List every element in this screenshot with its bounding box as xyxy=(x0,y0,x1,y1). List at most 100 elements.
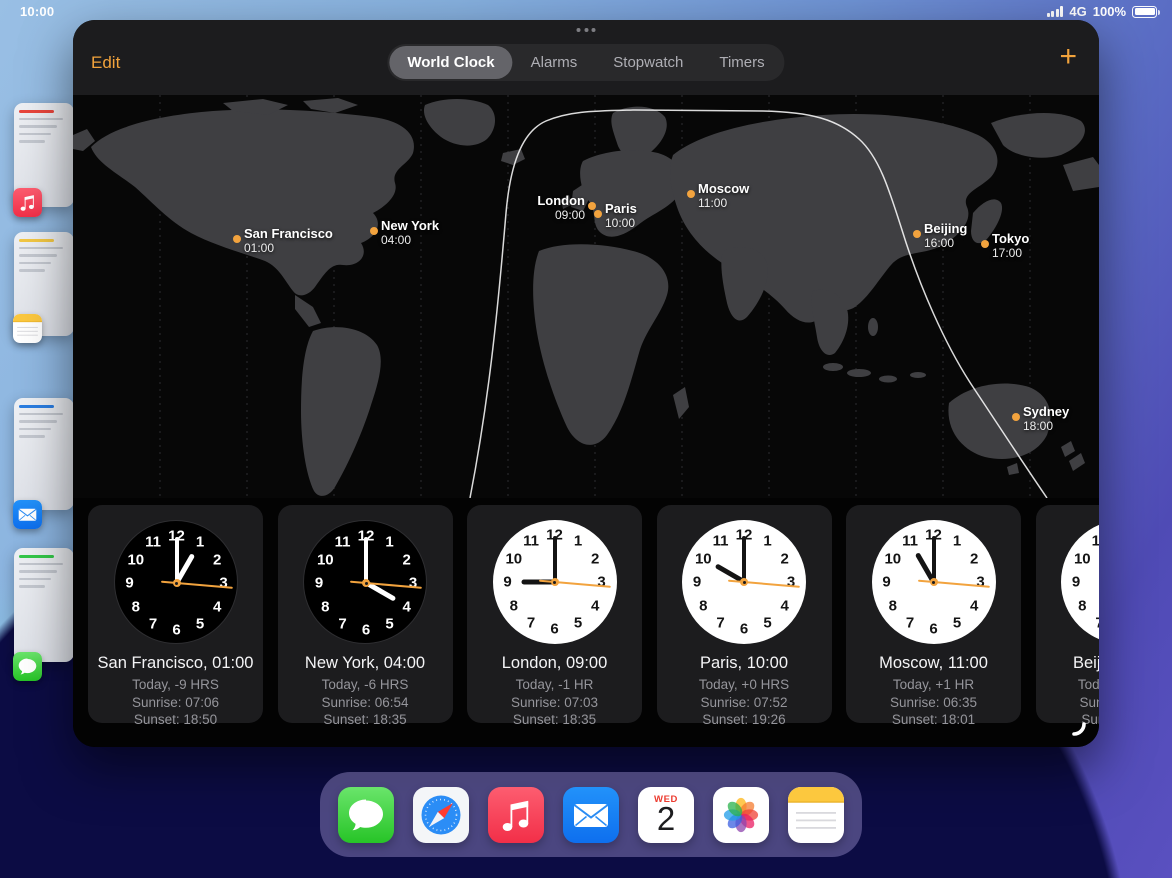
dock-app-calendar-icon[interactable]: WED2 xyxy=(638,787,694,843)
dock-app-mail-icon[interactable] xyxy=(563,787,619,843)
strip-app-messages-icon[interactable] xyxy=(13,652,42,681)
thumb-accent-line xyxy=(19,555,54,558)
map-city-beijing: Beijing16:00 xyxy=(913,230,921,238)
battery-percent: 100% xyxy=(1093,4,1126,19)
map-city-london: London09:00 xyxy=(588,202,596,210)
world-clock-card-beijing[interactable]: 123456789101112Beijing, 16:00Today, +7 H… xyxy=(1036,505,1100,723)
clock-center-pin xyxy=(173,579,181,587)
minute-hand xyxy=(364,537,368,583)
clock-numeral: 8 xyxy=(132,598,140,615)
world-clock-card-paris[interactable]: 123456789101112Paris, 10:00Today, +0 HRS… xyxy=(657,505,832,723)
clock-numeral: 6 xyxy=(550,621,558,638)
world-clock-card-moscow[interactable]: 123456789101112Moscow, 11:00Today, +1 HR… xyxy=(846,505,1021,723)
clock-numeral: 6 xyxy=(740,621,748,638)
clock-numeral: 11 xyxy=(335,534,351,551)
tab-alarms[interactable]: Alarms xyxy=(513,46,596,79)
clock-numeral: 5 xyxy=(196,615,204,632)
edit-button[interactable]: Edit xyxy=(91,53,120,73)
card-city-time: Paris, 10:00 xyxy=(657,654,832,673)
recent-app-thumbnail-messages[interactable] xyxy=(14,548,74,662)
card-offset: Today, -6 HRS xyxy=(278,676,453,694)
clock-center-pin xyxy=(740,578,748,586)
recent-app-icon-wrap[interactable] xyxy=(13,188,42,217)
strip-app-music-icon[interactable] xyxy=(13,188,42,217)
thumb-accent-line xyxy=(19,110,54,113)
window-drag-handle[interactable] xyxy=(577,28,596,32)
thumb-line xyxy=(19,428,51,431)
city-time: 17:00 xyxy=(992,246,1029,260)
clock-numeral: 10 xyxy=(884,550,901,567)
map-city-label: San Francisco01:00 xyxy=(244,226,333,255)
clock-numeral: 4 xyxy=(781,597,789,614)
recent-app-icon-wrap[interactable] xyxy=(13,652,42,681)
city-name: New York xyxy=(381,218,439,233)
map-city-label: London09:00 xyxy=(537,193,585,222)
card-text: London, 09:00Today, -1 HRSunrise: 07:03S… xyxy=(467,654,642,729)
window-resize-handle[interactable] xyxy=(1071,721,1091,741)
recent-app-icon-wrap[interactable] xyxy=(13,500,42,529)
dock-app-safari-icon[interactable] xyxy=(413,787,469,843)
clock-numeral: 1 xyxy=(385,534,393,551)
card-offset: Today, +1 HR xyxy=(846,676,1021,694)
clock-numeral: 4 xyxy=(591,597,599,614)
clock-numeral: 5 xyxy=(763,614,771,631)
tab-world-clock[interactable]: World Clock xyxy=(389,46,512,79)
status-right-cluster: 4G 100% xyxy=(1047,4,1160,19)
dock-app-notes-icon[interactable] xyxy=(788,787,844,843)
world-clock-card-new-york[interactable]: 123456789101112New York, 04:00Today, -6 … xyxy=(278,505,453,723)
clock-numeral: 7 xyxy=(338,615,346,632)
clock-numeral: 5 xyxy=(385,615,393,632)
map-city-new-york: New York04:00 xyxy=(370,227,378,235)
signal-strength-icon xyxy=(1047,6,1064,17)
card-city-time: San Francisco, 01:00 xyxy=(88,654,263,673)
clock-numeral: 2 xyxy=(403,551,411,568)
analog-clock-face: 123456789101112 xyxy=(1061,520,1099,644)
clock-numeral: 11 xyxy=(145,534,161,551)
clock-numeral: 11 xyxy=(1092,533,1099,550)
dock-app-messages-icon[interactable] xyxy=(338,787,394,843)
tab-stopwatch[interactable]: Stopwatch xyxy=(595,46,701,79)
card-text: Moscow, 11:00Today, +1 HRSunrise: 06:35S… xyxy=(846,654,1021,729)
city-time: 01:00 xyxy=(244,241,333,255)
card-text: New York, 04:00Today, -6 HRSSunrise: 06:… xyxy=(278,654,453,729)
dock-app-music-icon[interactable] xyxy=(488,787,544,843)
card-offset: Today, +7 HRS xyxy=(1036,676,1100,694)
recent-app-thumbnail-mail[interactable] xyxy=(14,398,74,510)
dock-app-photos-icon[interactable] xyxy=(713,787,769,843)
clock-numeral: 5 xyxy=(574,614,582,631)
clock-center-pin xyxy=(930,578,938,586)
strip-app-mail-icon[interactable] xyxy=(13,500,42,529)
minute-hand xyxy=(553,536,557,582)
clock-numeral: 11 xyxy=(523,533,539,550)
card-sunrise: Sunrise: 06:35 xyxy=(846,694,1021,712)
world-clock-card-london[interactable]: 123456789101112London, 09:00Today, -1 HR… xyxy=(467,505,642,723)
card-sunrise: Sunrise: 07:03 xyxy=(467,694,642,712)
city-time: 11:00 xyxy=(698,196,749,210)
thumb-line xyxy=(19,254,57,257)
clock-numeral: 2 xyxy=(213,551,221,568)
card-sunset: Sunset: 19:26 xyxy=(657,711,832,729)
city-time: 10:00 xyxy=(605,216,637,230)
clock-numeral: 1 xyxy=(763,533,771,550)
strip-app-notes-icon[interactable] xyxy=(13,314,42,343)
clock-numeral: 8 xyxy=(699,597,707,614)
card-city-time: New York, 04:00 xyxy=(278,654,453,673)
card-sunset: Sunset: 18:35 xyxy=(278,711,453,729)
clock-numeral: 10 xyxy=(127,551,144,568)
card-text: Paris, 10:00Today, +0 HRSSunrise: 07:52S… xyxy=(657,654,832,729)
network-type: 4G xyxy=(1069,4,1086,19)
card-sunset: Sunset: 18:50 xyxy=(88,711,263,729)
city-name: Paris xyxy=(605,201,637,216)
clock-numeral: 11 xyxy=(902,533,918,550)
clock-numeral: 2 xyxy=(781,550,789,567)
thumb-accent-line xyxy=(19,239,54,242)
clock-numeral: 9 xyxy=(315,575,323,592)
tab-timers[interactable]: Timers xyxy=(701,46,782,79)
clock-numeral: 6 xyxy=(929,621,937,638)
clock-numeral: 1 xyxy=(953,533,961,550)
clock-numeral: 10 xyxy=(1074,550,1091,567)
world-clock-card-san-francisco[interactable]: 123456789101112San Francisco, 01:00Today… xyxy=(88,505,263,723)
add-city-button[interactable]: + xyxy=(1059,42,1077,72)
map-city-label: Paris10:00 xyxy=(605,201,637,230)
recent-app-icon-wrap[interactable] xyxy=(13,314,42,343)
